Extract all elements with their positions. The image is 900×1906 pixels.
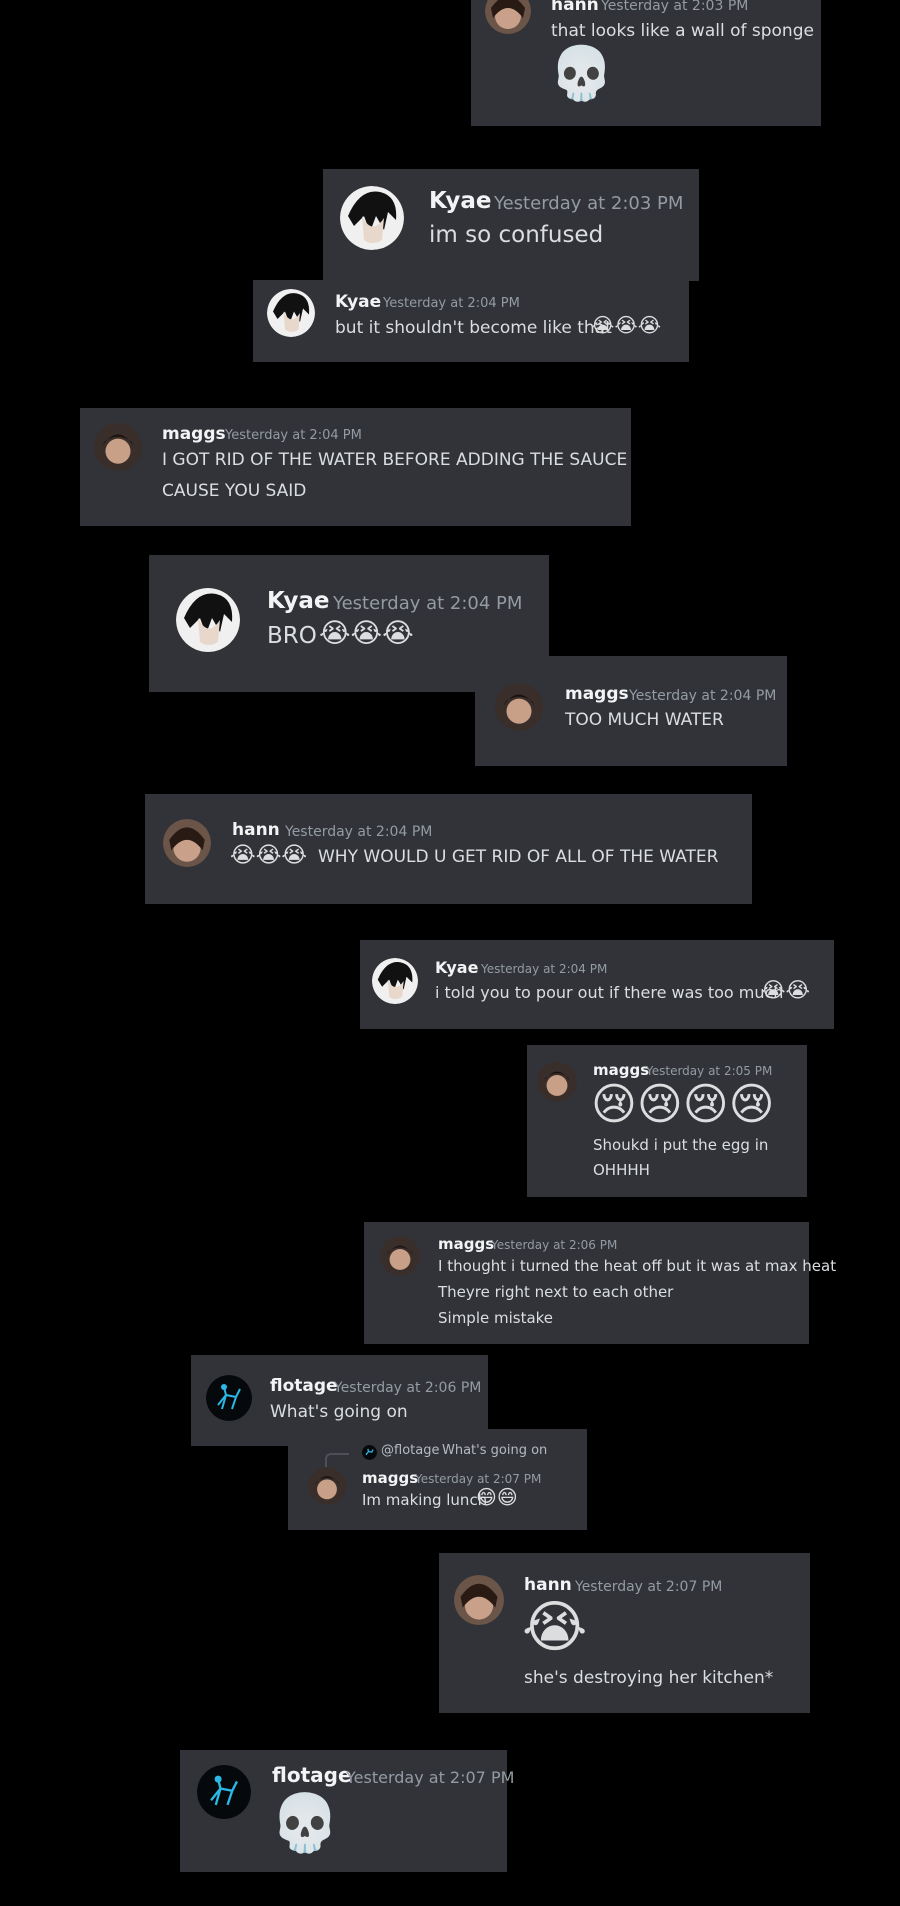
username[interactable]: flotage: [270, 1376, 338, 1396]
message-card: maggs Yesterday at 2:04 PM TOO MUCH WATE…: [475, 656, 787, 766]
message-card: maggs Yesterday at 2:04 PM I GOT RID OF …: [80, 408, 631, 526]
message-text: that looks like a wall of sponge: [551, 21, 814, 41]
crying-emoji: 😭😭😭: [230, 843, 308, 868]
user-avatar[interactable]: [308, 1467, 346, 1505]
username[interactable]: Kyae: [267, 588, 329, 614]
skull-emoji: 💀: [270, 1791, 340, 1856]
message-text: Theyre right next to each other: [438, 1283, 674, 1301]
user-avatar[interactable]: [485, 0, 531, 34]
reply-avatar[interactable]: [362, 1445, 377, 1460]
user-avatar[interactable]: [454, 1575, 504, 1625]
message-card: hann Yesterday at 2:07 PM 😭 she's destro…: [439, 1553, 810, 1713]
message-text: i told you to pour out if there was too …: [435, 983, 784, 1002]
message-text: What's going on: [270, 1402, 408, 1422]
message-text: Im making lunch: [362, 1491, 488, 1509]
timestamp: Yesterday at 2:04 PM: [285, 824, 433, 840]
message-text: im so confused: [429, 222, 604, 248]
message-text: WHY WOULD U GET RID OF ALL OF THE WATER: [318, 847, 719, 867]
user-avatar[interactable]: [340, 186, 404, 250]
username[interactable]: hann: [232, 820, 280, 840]
timestamp: Yesterday at 2:06 PM: [491, 1238, 618, 1252]
timestamp: Yesterday at 2:04 PM: [225, 428, 362, 443]
username[interactable]: maggs: [162, 424, 226, 444]
timestamp: Yesterday at 2:05 PM: [646, 1064, 773, 1078]
message-card: @flotage What's going on maggs Yesterday…: [288, 1429, 587, 1530]
timestamp: Yesterday at 2:04 PM: [481, 962, 608, 976]
reply-preview[interactable]: What's going on: [442, 1443, 547, 1458]
message-text: OHHHH: [593, 1161, 650, 1179]
user-avatar[interactable]: [267, 289, 315, 337]
username[interactable]: maggs: [593, 1061, 649, 1079]
message-card: maggs Yesterday at 2:06 PM I thought i t…: [364, 1222, 836, 1344]
user-avatar[interactable]: [163, 819, 211, 867]
message-card: Kyae Yesterday at 2:04 PM but it shouldn…: [253, 280, 689, 362]
crying-emoji: 😭😭😭: [319, 618, 414, 649]
user-avatar[interactable]: [372, 958, 418, 1004]
timestamp: Yesterday at 2:03 PM: [601, 0, 749, 14]
message-text: but it shouldn't become like that: [335, 318, 612, 338]
message-text: CAUSE YOU SAID: [162, 481, 307, 501]
message-text: BRO: [267, 623, 317, 649]
username[interactable]: maggs: [565, 684, 629, 704]
grinning-emoji: 😄😄: [476, 1485, 518, 1509]
message-card: hann Yesterday at 2:04 PM 😭😭😭 WHY WOULD …: [145, 794, 752, 904]
message-card: maggs Yesterday at 2:05 PM 😢😢😢😢 Shoukd i…: [527, 1045, 807, 1197]
message-text: TOO MUCH WATER: [565, 710, 724, 730]
username[interactable]: Kyae: [435, 958, 478, 977]
username[interactable]: maggs: [362, 1469, 418, 1487]
message-text: Shoukd i put the egg in: [593, 1136, 769, 1154]
timestamp: Yesterday at 2:07 PM: [575, 1579, 723, 1595]
username[interactable]: flotage: [272, 1763, 352, 1787]
crying-emoji: 😭: [522, 1595, 588, 1660]
sad-emoji: 😢😢😢😢: [591, 1079, 775, 1130]
message-text: she's destroying her kitchen*: [524, 1668, 774, 1688]
timestamp: Yesterday at 2:06 PM: [334, 1380, 482, 1396]
reply-mention[interactable]: @flotage: [381, 1443, 439, 1458]
message-card: Kyae Yesterday at 2:03 PM im so confused: [323, 169, 699, 281]
message-text: I thought i turned the heat off but it w…: [438, 1257, 837, 1275]
user-avatar[interactable]: [197, 1765, 251, 1819]
timestamp: Yesterday at 2:07 PM: [415, 1472, 542, 1486]
timestamp: Yesterday at 2:07 PM: [346, 1768, 515, 1787]
crying-emoji: 😭😭😭: [591, 313, 662, 337]
message-card: hann Yesterday at 2:03 PM that looks lik…: [471, 0, 821, 126]
message-card: Kyae Yesterday at 2:04 PM i told you to …: [360, 940, 834, 1029]
crying-emoji: 😭😭: [761, 978, 811, 1002]
user-avatar[interactable]: [176, 588, 240, 652]
message-card: flotage Yesterday at 2:07 PM 💀: [180, 1750, 514, 1872]
username[interactable]: maggs: [438, 1235, 494, 1253]
username[interactable]: Kyae: [335, 292, 381, 312]
timestamp: Yesterday at 2:04 PM: [333, 593, 523, 614]
timestamp: Yesterday at 2:04 PM: [383, 296, 520, 311]
message-text: I GOT RID OF THE WATER BEFORE ADDING THE…: [162, 450, 628, 470]
user-avatar[interactable]: [94, 423, 142, 471]
user-avatar[interactable]: [380, 1236, 420, 1276]
username[interactable]: hann: [524, 1575, 572, 1595]
message-text: Simple mistake: [438, 1309, 554, 1327]
user-avatar[interactable]: [495, 683, 543, 731]
timestamp: Yesterday at 2:03 PM: [494, 193, 684, 214]
timestamp: Yesterday at 2:04 PM: [629, 688, 777, 704]
username[interactable]: hann: [551, 0, 599, 15]
user-avatar[interactable]: [206, 1375, 252, 1421]
username[interactable]: Kyae: [429, 188, 491, 214]
skull-emoji: 💀: [549, 44, 614, 104]
user-avatar[interactable]: [537, 1062, 577, 1102]
